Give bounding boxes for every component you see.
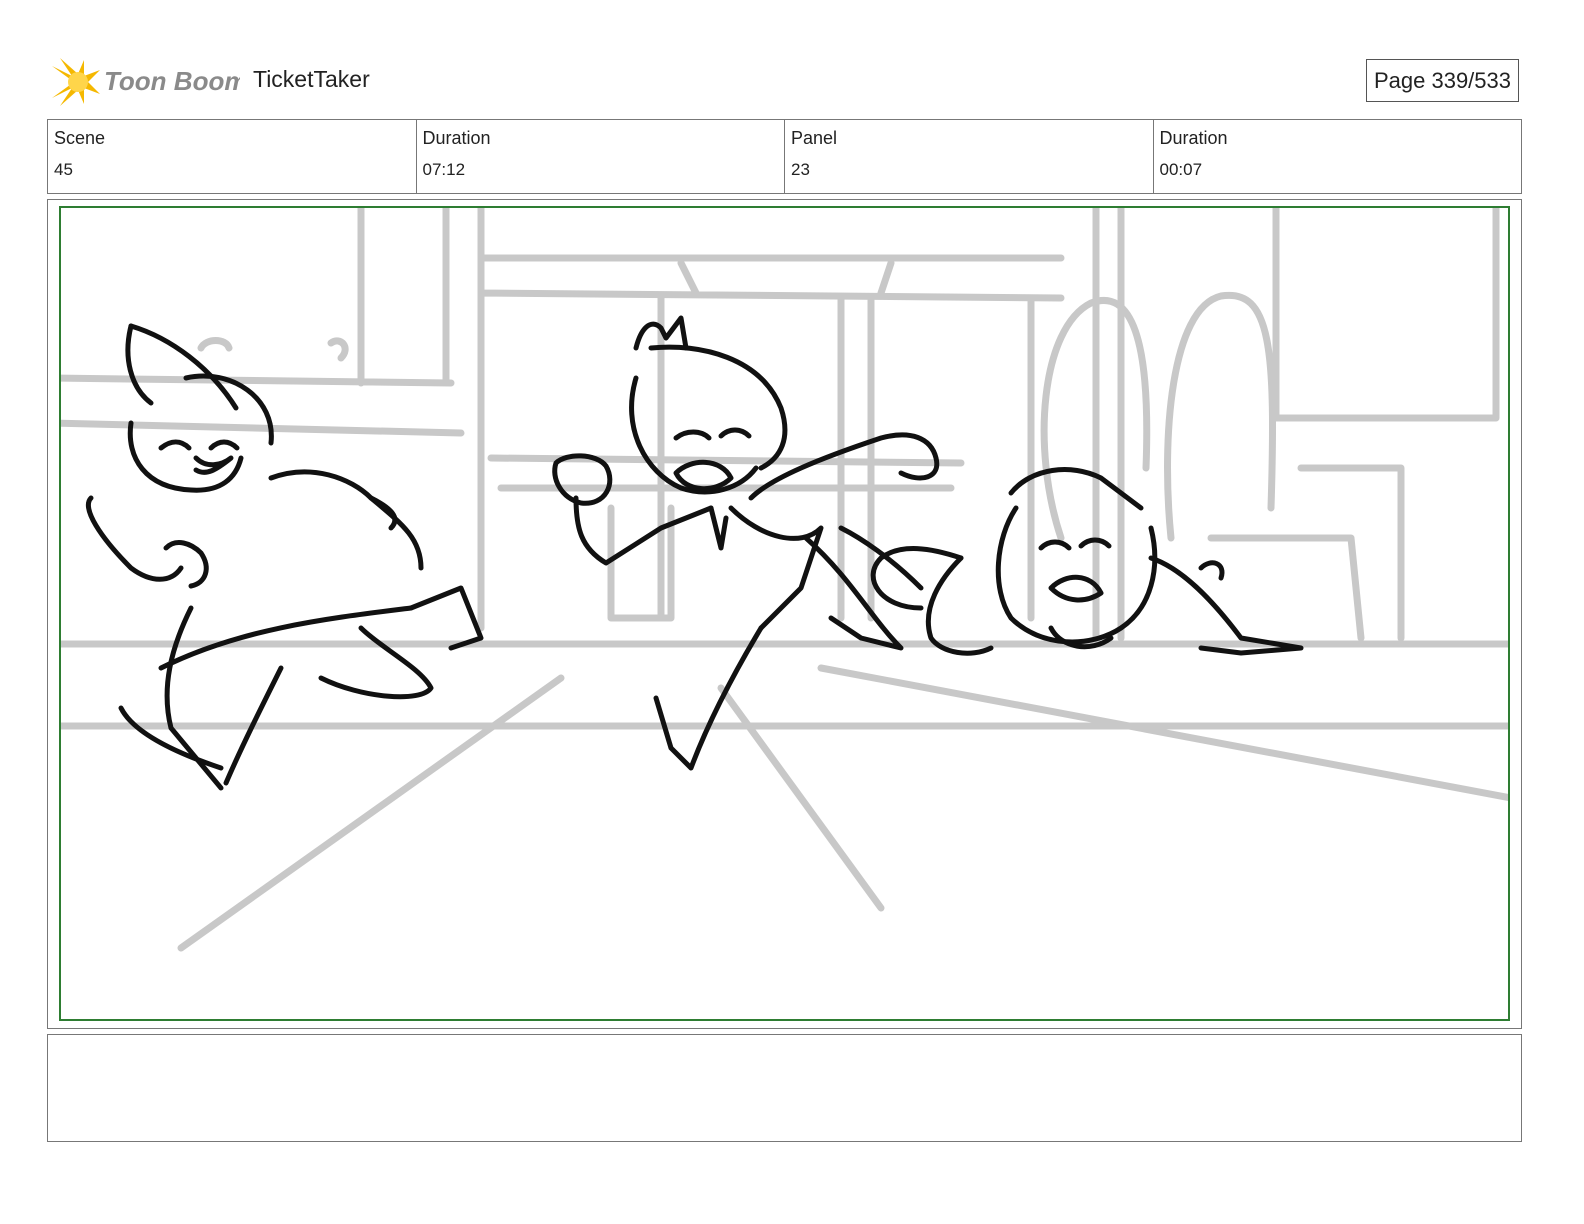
starburst-icon [52, 58, 100, 106]
background-sketch [61, 208, 1508, 952]
character-right-crawling [870, 467, 1304, 656]
panel-cell: Panel 23 [785, 120, 1154, 193]
panel-duration-cell: Duration 00:07 [1154, 120, 1522, 193]
panel-duration-value: 00:07 [1159, 160, 1203, 179]
scene-value: 45 [54, 160, 73, 179]
scene-duration-value: 07:12 [422, 160, 466, 179]
character-left-running [85, 323, 484, 791]
storyboard-panel-image [59, 206, 1510, 1021]
notes-area [47, 1034, 1522, 1142]
project-title: TicketTaker [253, 66, 370, 92]
scene-info-table: Scene 45 Duration 07:12 Panel 23 Duratio… [47, 119, 1522, 194]
panel-label: Panel [791, 128, 838, 148]
logo-wordmark: Toon Boom [104, 66, 240, 96]
page-indicator: Page 339/533 [1366, 59, 1519, 102]
panel-duration-label: Duration [1159, 128, 1228, 148]
scene-duration-label: Duration [422, 128, 491, 148]
scene-duration-cell: Duration 07:12 [417, 120, 785, 193]
toon-boom-logo: Toon Boom [50, 56, 240, 108]
panel-value: 23 [791, 160, 810, 179]
scene-cell: Scene 45 [48, 120, 417, 193]
scene-label: Scene [54, 128, 106, 148]
